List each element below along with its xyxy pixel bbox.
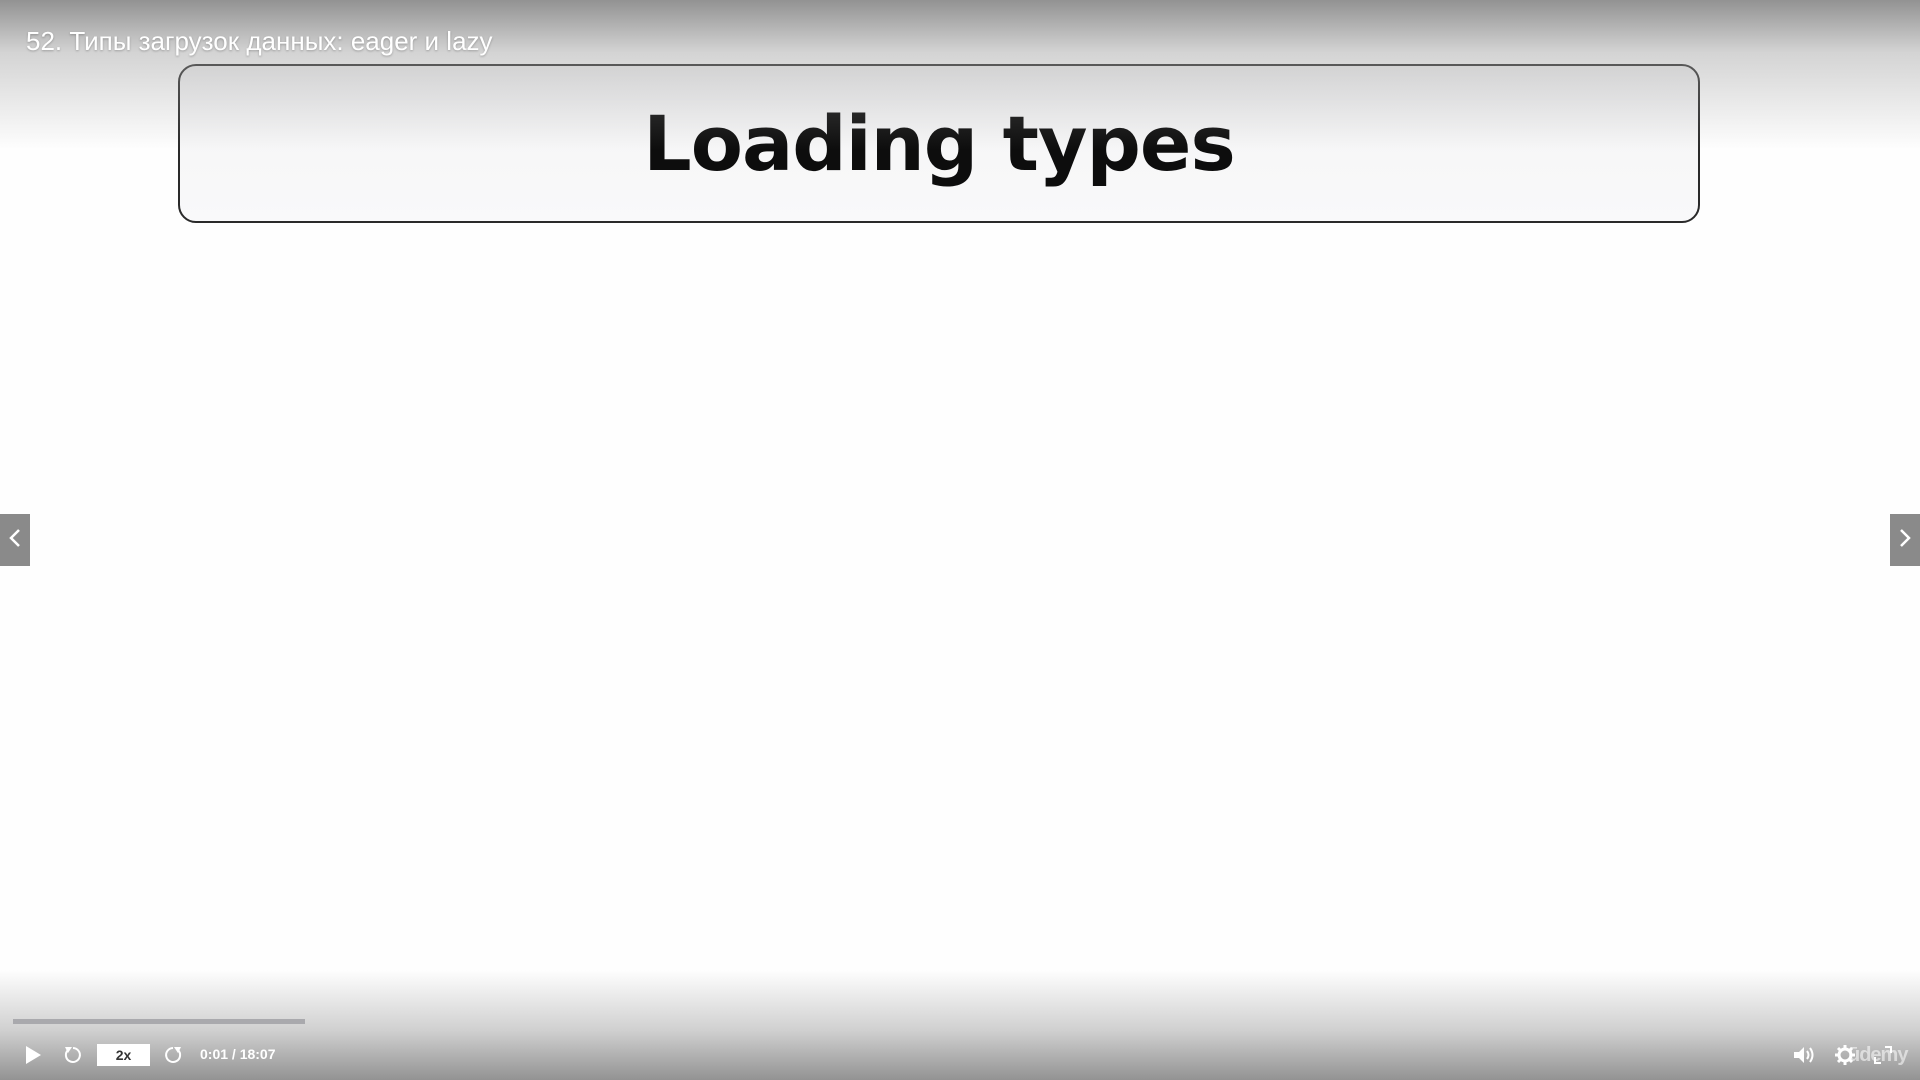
progress-fill: [13, 1019, 305, 1024]
playback-speed-button[interactable]: 2x: [97, 1044, 150, 1066]
time-display: 0:01 / 18:07: [200, 1046, 276, 1062]
chevron-left-icon: [8, 528, 22, 553]
rewind-icon: [63, 1045, 83, 1065]
lecture-title: 52. Типы загрузок данных: eager и lazy: [26, 26, 493, 56]
control-bar: 2x 0:01 / 18:07: [0, 1040, 1920, 1070]
volume-button[interactable]: [1790, 1040, 1818, 1070]
play-button[interactable]: [20, 1040, 46, 1070]
previous-lecture-button[interactable]: [0, 514, 30, 566]
video-player[interactable]: Loading types 52. Типы загрузок данных: …: [0, 0, 1920, 1080]
forward-icon: [163, 1045, 183, 1065]
forward-button[interactable]: [160, 1040, 186, 1070]
slide-title: Loading types: [643, 99, 1235, 188]
udemy-logo: ūdemy: [1848, 1044, 1908, 1066]
rewind-button[interactable]: [60, 1040, 86, 1070]
next-lecture-button[interactable]: [1890, 514, 1920, 566]
volume-icon: [1792, 1045, 1816, 1065]
play-icon: [24, 1045, 42, 1065]
slide-title-box: Loading types: [178, 64, 1700, 223]
chevron-right-icon: [1898, 528, 1912, 553]
slide: Loading types: [0, 0, 1920, 1080]
